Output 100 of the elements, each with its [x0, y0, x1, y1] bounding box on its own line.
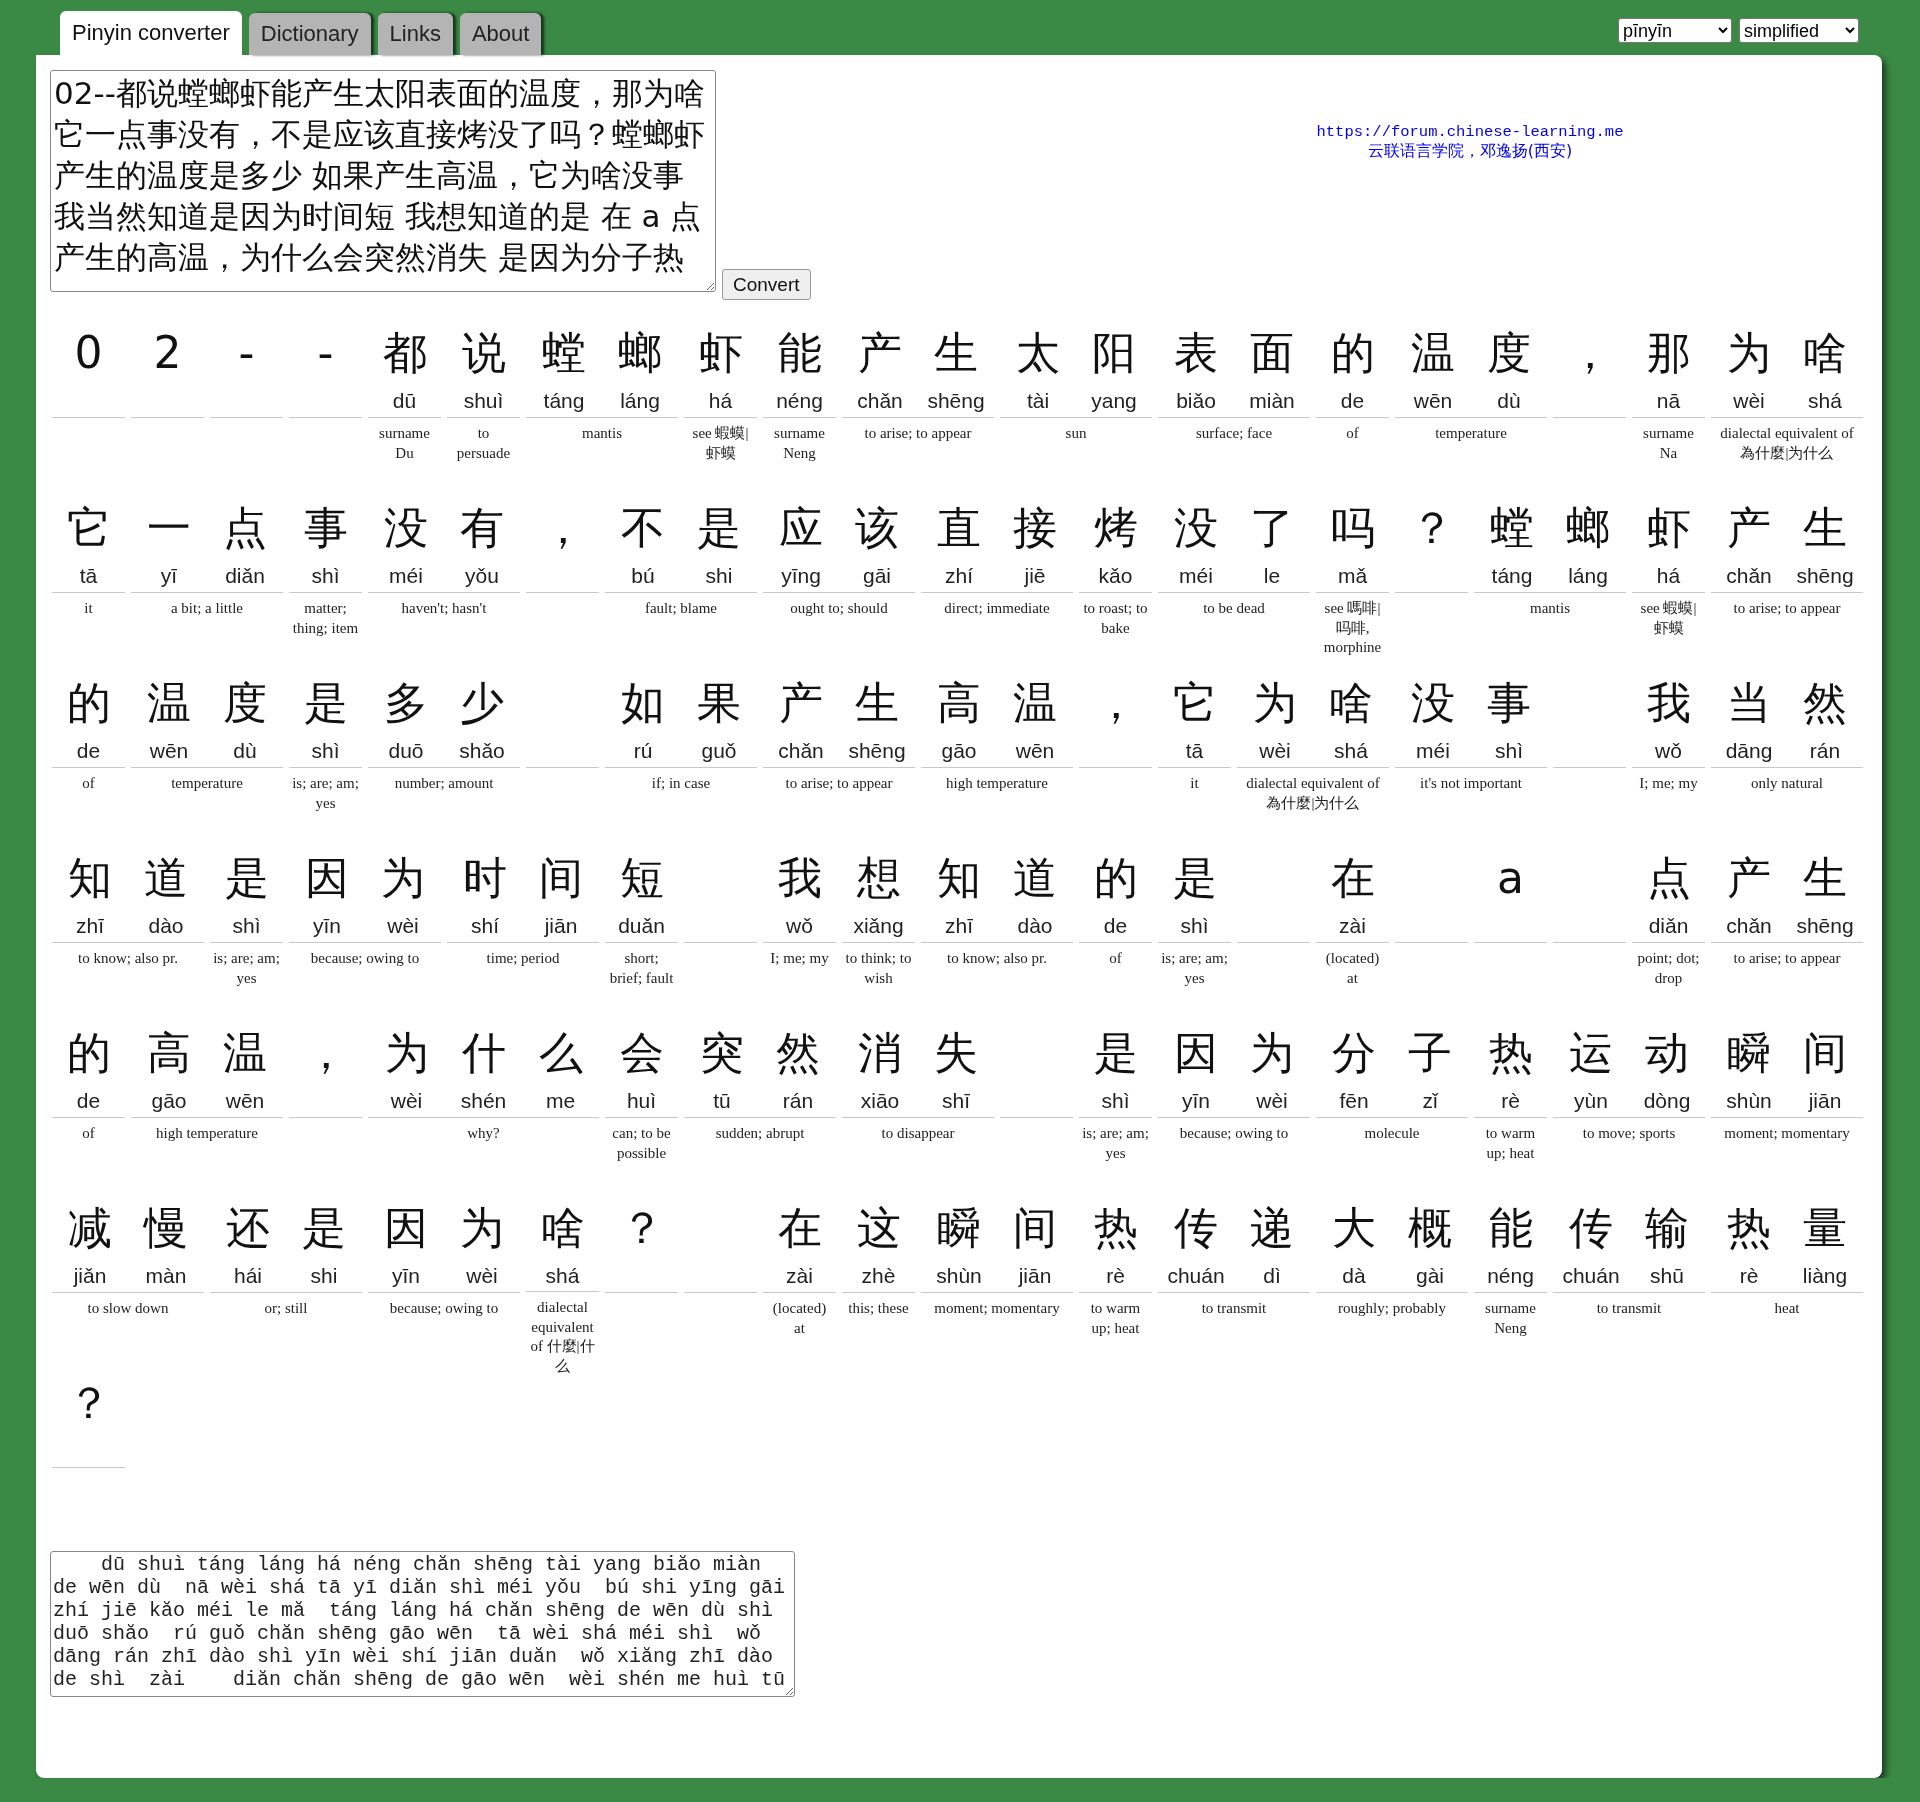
- gloss-text: number; amount: [393, 774, 495, 793]
- gloss-text: is; are; am; yes: [1160, 949, 1229, 988]
- source-character: 会: [619, 1026, 664, 1080]
- pinyin-syllable: shí: [471, 913, 499, 939]
- pinyin-syllable: dāng: [1725, 738, 1773, 764]
- pinyin-syllable: jiǎn: [73, 1263, 107, 1289]
- pinyin-syllable: wǒ: [1655, 738, 1682, 764]
- character-set-select[interactable]: simplified: [1739, 18, 1859, 43]
- pinyin-syllable: duǎn: [618, 913, 665, 939]
- source-character: 温: [147, 676, 191, 730]
- source-character: 失: [934, 1026, 978, 1080]
- source-character: 少: [460, 676, 504, 730]
- source-character: 在: [777, 1201, 822, 1255]
- source-character: 直: [937, 501, 981, 555]
- source-character: 因: [1174, 1026, 1218, 1080]
- gloss-text: ought to; should: [789, 599, 889, 618]
- pinyin-syllable: táng: [543, 388, 585, 414]
- source-character: 生: [1803, 851, 1847, 905]
- source-character: 是: [302, 1201, 346, 1255]
- gloss-text: because; owing to: [309, 949, 421, 968]
- source-character: 烤: [1093, 501, 1138, 555]
- pinyin-syllable: wèi: [390, 1088, 423, 1114]
- pinyin-syllable: shū: [1650, 1263, 1684, 1289]
- gloss-text: only natural: [1749, 774, 1825, 793]
- source-character: 为: [1250, 1026, 1294, 1080]
- source-character: 度: [223, 676, 267, 730]
- pinyin-syllable: gāo: [941, 738, 977, 764]
- source-character: ，: [1093, 676, 1138, 730]
- pinyin-syllable: wèi: [1733, 388, 1765, 414]
- source-character: 0: [74, 326, 103, 380]
- gloss-text: of: [1345, 424, 1360, 443]
- gloss-text: direct; immediate: [943, 599, 1051, 618]
- source-character: 该: [855, 501, 899, 555]
- gloss-text: can; to be possible: [611, 1124, 672, 1163]
- gloss-text: see 嗎啡|吗啡, morphine: [1322, 599, 1383, 657]
- pinyin-syllable: há: [1656, 563, 1681, 589]
- source-character: 产: [858, 326, 902, 380]
- source-character: 虾: [698, 326, 743, 380]
- pinyin-syllable: shī: [942, 1088, 970, 1114]
- source-character: 为: [1253, 676, 1297, 730]
- gloss-text: dialectal equivalent of 為什麼|为什么: [1719, 424, 1855, 463]
- pinyin-syllable: zhī: [945, 913, 973, 939]
- pinyin-syllable: hái: [234, 1263, 262, 1289]
- source-character: 间: [1013, 1201, 1057, 1255]
- pinyin-syllable: láng: [620, 388, 660, 414]
- tab[interactable]: Pinyin converter: [60, 11, 242, 55]
- gloss-text: sudden; abrupt: [714, 1124, 806, 1143]
- gloss-text: matter; thing; item: [291, 599, 360, 638]
- tab[interactable]: Dictionary: [248, 13, 371, 55]
- source-character: 螂: [618, 326, 662, 380]
- gloss-text: high temperature: [944, 774, 1049, 793]
- source-character: 多: [384, 676, 428, 730]
- gloss-text: is; are; am; yes: [212, 949, 281, 988]
- pinyin-syllable: shá: [1334, 738, 1368, 764]
- pinyin-syllable: duō: [388, 738, 424, 764]
- pinyin-syllable: tài: [1026, 388, 1050, 414]
- gloss-text: to arise; to appear: [1732, 949, 1842, 968]
- pinyin-syllable: yīng: [781, 563, 821, 589]
- tab[interactable]: About: [459, 13, 542, 55]
- pinyin-syllable: guǒ: [701, 738, 737, 764]
- source-character: 的: [66, 1026, 111, 1080]
- source-character: 一: [147, 501, 191, 555]
- gloss-text: surface; face: [1194, 424, 1274, 443]
- pinyin-syllable: miàn: [1249, 388, 1295, 414]
- pinyin-syllable: shi: [310, 1263, 338, 1289]
- source-character: 它: [1172, 676, 1217, 730]
- source-character: 能: [777, 326, 822, 380]
- convert-button[interactable]: Convert: [722, 269, 811, 300]
- tab[interactable]: Links: [377, 13, 453, 55]
- source-character: ，: [1567, 326, 1612, 380]
- source-character: 知: [937, 851, 981, 905]
- gloss-text: of: [1108, 949, 1123, 968]
- pinyin-syllable: kǎo: [1098, 563, 1133, 589]
- source-character: 为: [1727, 326, 1771, 380]
- source-character: 么: [538, 1026, 583, 1080]
- pinyin-output-field[interactable]: dū shuì táng láng há néng chăn shēng tài yang biăo miàn de wēn dù nā wèi shá tā yī diăn shì méi yǒu bú shi yīng gāi zhí jiē kăo méi le mă táng láng há chăn shēng de wēn dù shì duō shăo rú guǒ chăn shēng gāo wēn tā wèi shá méi shì wǒ dāng rán zhī dào shì yīn wèi shí jiān duăn wǒ xiăng zhī dào de shì zài diăn chăn shēng de gāo wēn wèi shén me huì tū: [50, 1551, 795, 1697]
- source-character: 度: [1487, 326, 1531, 380]
- source-character: 螳: [1490, 501, 1534, 555]
- pinyin-syllable: xiǎng: [853, 913, 904, 939]
- chinese-input-field[interactable]: 02--都说螳螂虾能产生太阳表面的温度，那为啥 它一点事没有，不是应该直接烤没了吗？螳螂虾 产生的温度是多少 如果产生高温，它为啥没事 我当然知道是因为时间短 我想知道的是 在 a 点 产生的高温，为什么会突然消失 是因为分子热: [50, 70, 716, 292]
- pinyin-syllable: chǎn: [1726, 913, 1772, 939]
- gloss-text: to warm up; heat: [1089, 1299, 1142, 1338]
- gloss-text: moment; momentary: [1723, 1124, 1851, 1143]
- source-character: ？: [619, 1201, 664, 1255]
- source-character: 螳: [542, 326, 586, 380]
- gloss-text: this; these: [847, 1299, 910, 1318]
- pinyin-syllable: zài: [1339, 913, 1366, 939]
- pinyin-syllable: shùn: [1726, 1088, 1772, 1114]
- pinyin-syllable: tā: [79, 563, 98, 589]
- pinyin-syllable: méi: [1179, 563, 1213, 589]
- pinyin-syllable: wēn: [1413, 388, 1453, 414]
- gloss-text: is; are; am; yes: [291, 774, 360, 813]
- source-character: 产: [1727, 851, 1771, 905]
- pinyin-syllable: dòng: [1643, 1088, 1691, 1114]
- pinyin-syllable: de: [76, 1088, 101, 1114]
- pinyin-syllable: wǒ: [786, 913, 813, 939]
- forum-link[interactable]: https://forum.chinese-learning.me: [1316, 123, 1624, 141]
- romanization-select[interactable]: pīnyīn: [1618, 18, 1732, 43]
- source-character: 是: [1172, 851, 1217, 905]
- gloss-text: to know; also pr.: [77, 949, 179, 968]
